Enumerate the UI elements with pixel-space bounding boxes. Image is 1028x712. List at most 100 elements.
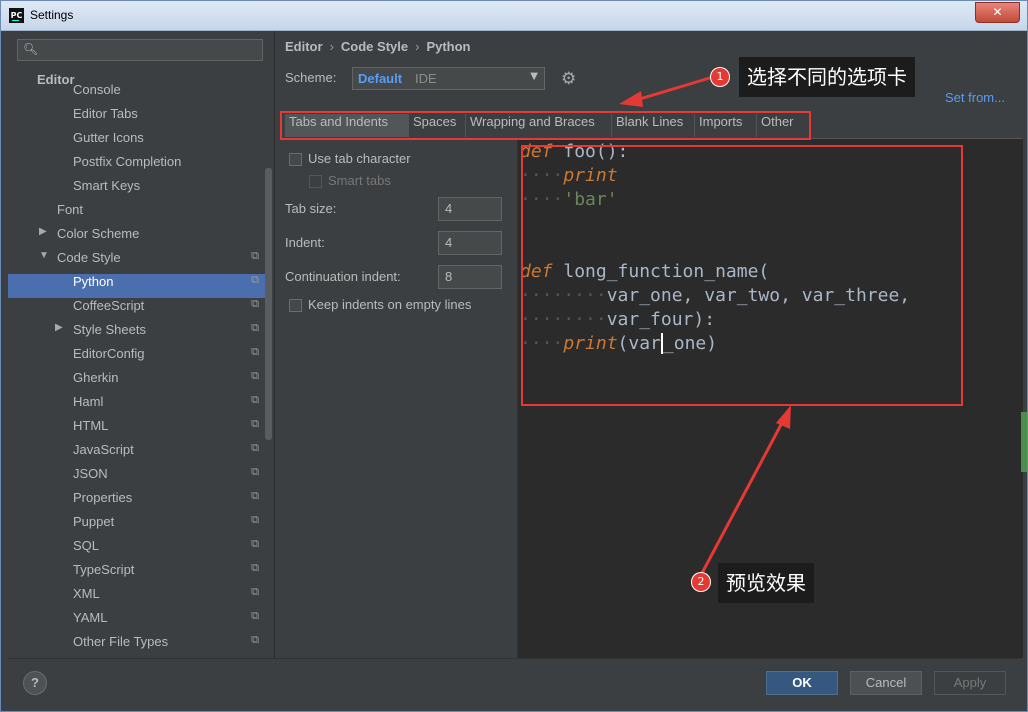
sidebar-item-label: EditorConfig [73, 346, 145, 361]
tabs-highlight-box [280, 111, 811, 140]
sidebar-item-sql[interactable]: SQL ⧉ [8, 538, 265, 562]
chevron-right-icon[interactable]: ▶ [55, 322, 63, 333]
sidebar-item-label: Postfix Completion [73, 154, 182, 169]
chevron-down-icon[interactable]: ▼ [39, 250, 49, 261]
scheme-label: Scheme: [285, 70, 337, 85]
sidebar-scrollbar[interactable] [265, 168, 272, 440]
sidebar-item-xml[interactable]: XML ⧉ [8, 586, 265, 610]
cancel-button[interactable]: Cancel [850, 671, 922, 695]
sidebar-item-postfix-completion[interactable]: Postfix Completion [8, 154, 265, 178]
keep-indents-checkbox[interactable] [289, 299, 302, 312]
sidebar-item-color-scheme[interactable]: ▶ Color Scheme [8, 226, 265, 250]
sidebar-item-yaml[interactable]: YAML ⧉ [8, 610, 265, 634]
project-copy-icon: ⧉ [251, 370, 259, 382]
breadcrumb-code-style[interactable]: Code Style [341, 39, 408, 54]
title-bar: PC Settings ✕ [1, 1, 1027, 31]
continuation-indent-field[interactable]: 8 [438, 265, 502, 289]
breadcrumb: Editor › Code Style › Python [285, 39, 471, 54]
sidebar-item-code-style[interactable]: ▼ Code Style ⧉ [8, 250, 265, 274]
sidebar-item-label: SQL [73, 538, 100, 553]
project-copy-icon: ⧉ [251, 346, 259, 358]
sidebar-item-label: Code Style [57, 250, 121, 265]
sidebar-item-editor-tabs[interactable]: Editor Tabs [8, 106, 265, 130]
sidebar-item-coffeescript[interactable]: CoffeeScript ⧉ [8, 298, 265, 322]
project-copy-icon: ⧉ [251, 586, 259, 598]
use-tab-checkbox[interactable] [289, 153, 302, 166]
continuation-indent-label: Continuation indent: [285, 269, 401, 284]
sidebar-item-label: Other File Types [73, 634, 169, 649]
sidebar-item-label: Color Scheme [57, 226, 140, 241]
sidebar-item-label: Smart Keys [73, 178, 141, 193]
breadcrumb-separator: › [329, 39, 334, 54]
sidebar-item-html[interactable]: HTML ⧉ [8, 418, 265, 442]
arrow-head-1 [619, 91, 643, 107]
indent-field[interactable]: 4 [438, 231, 502, 255]
tab-size-label: Tab size: [285, 201, 337, 216]
project-copy-icon: ⧉ [251, 274, 259, 286]
sidebar-item-editorconfig[interactable]: EditorConfig ⧉ [8, 346, 265, 370]
set-from-link[interactable]: Set from... [945, 90, 1005, 105]
project-copy-icon: ⧉ [251, 538, 259, 550]
project-copy-icon: ⧉ [251, 418, 259, 430]
use-tab-label: Use tab character [308, 151, 411, 166]
project-copy-icon: ⧉ [251, 322, 259, 334]
indent-label: Indent: [285, 235, 325, 250]
sidebar-item-python[interactable]: Python ⧉ [8, 274, 265, 298]
sidebar-item-smart-keys[interactable]: Smart Keys [8, 178, 265, 202]
sidebar-item-json[interactable]: JSON ⧉ [8, 466, 265, 490]
ok-button[interactable]: OK [766, 671, 838, 695]
sidebar-item-properties[interactable]: Properties ⧉ [8, 490, 265, 514]
sidebar-item-label: Console [73, 82, 121, 97]
project-copy-icon: ⧉ [251, 298, 259, 310]
annotation-callout-preview: 预览效果 [718, 563, 814, 603]
help-button[interactable]: ? [23, 671, 47, 695]
chevron-right-icon[interactable]: ▶ [39, 226, 47, 237]
sidebar-item-javascript[interactable]: JavaScript ⧉ [8, 442, 265, 466]
project-copy-icon: ⧉ [251, 562, 259, 574]
right-scrollbar[interactable] [1021, 412, 1027, 472]
apply-button[interactable]: Apply [934, 671, 1006, 695]
sidebar-item-style-sheets[interactable]: ▶ Style Sheets ⧉ [8, 322, 265, 346]
smart-tabs-label: Smart tabs [328, 173, 391, 188]
project-copy-icon: ⧉ [251, 442, 259, 454]
close-icon[interactable]: ✕ [975, 2, 1020, 23]
scheme-suffix: IDE [415, 71, 437, 86]
window-title: Settings [30, 8, 74, 22]
breadcrumb-python: Python [426, 39, 471, 54]
sidebar-item-label: Font [57, 202, 84, 217]
gear-icon[interactable]: ⚙ [561, 69, 576, 89]
sidebar-item-other-file-types[interactable]: Other File Types ⧉ [8, 634, 265, 658]
sidebar-item-label: Editor Tabs [73, 106, 138, 121]
sidebar-item-label: XML [73, 586, 100, 601]
tab-size-field[interactable]: 4 [438, 197, 502, 221]
sidebar-item-label: Python [73, 274, 114, 289]
breadcrumb-editor[interactable]: Editor [285, 39, 323, 54]
sidebar-item-label: HTML [73, 418, 109, 433]
annotation-badge-1: 1 [710, 67, 730, 87]
arrow-line-1 [632, 75, 714, 103]
project-copy-icon: ⧉ [251, 634, 259, 646]
settings-sidebar: 🔍︎ Editor Console Editor Tabs Gutter Icons… [8, 31, 275, 658]
search-input[interactable]: 🔍︎ [17, 39, 263, 61]
scheme-select[interactable]: Default IDE ▼ [352, 67, 545, 90]
sidebar-item-label: JSON [73, 466, 108, 481]
sidebar-item-gherkin[interactable]: Gherkin ⧉ [8, 370, 265, 394]
sidebar-item-console[interactable]: Console [8, 82, 265, 106]
sidebar-item-label: Properties [73, 490, 133, 505]
breadcrumb-separator: › [415, 39, 420, 54]
sidebar-item-gutter-icons[interactable]: Gutter Icons [8, 130, 265, 154]
settings-window: PC Settings ✕ 🔍︎ Editor Console Editor Ta… [0, 0, 1028, 712]
sidebar-item-label: Gutter Icons [73, 130, 144, 145]
project-copy-icon: ⧉ [251, 394, 259, 406]
smart-tabs-checkbox[interactable] [309, 175, 322, 188]
sidebar-item-puppet[interactable]: Puppet ⧉ [8, 514, 265, 538]
sidebar-item-font[interactable]: Font [8, 202, 265, 226]
project-copy-icon: ⧉ [251, 610, 259, 622]
sidebar-item-label: CoffeeScript [73, 298, 145, 313]
sidebar-item-label: Haml [73, 394, 104, 409]
sidebar-item-label: Style Sheets [73, 322, 146, 337]
sidebar-item-haml[interactable]: Haml ⧉ [8, 394, 265, 418]
sidebar-item-label: Gherkin [73, 370, 119, 385]
sidebar-item-label: JavaScript [73, 442, 134, 457]
sidebar-item-typescript[interactable]: TypeScript ⧉ [8, 562, 265, 586]
